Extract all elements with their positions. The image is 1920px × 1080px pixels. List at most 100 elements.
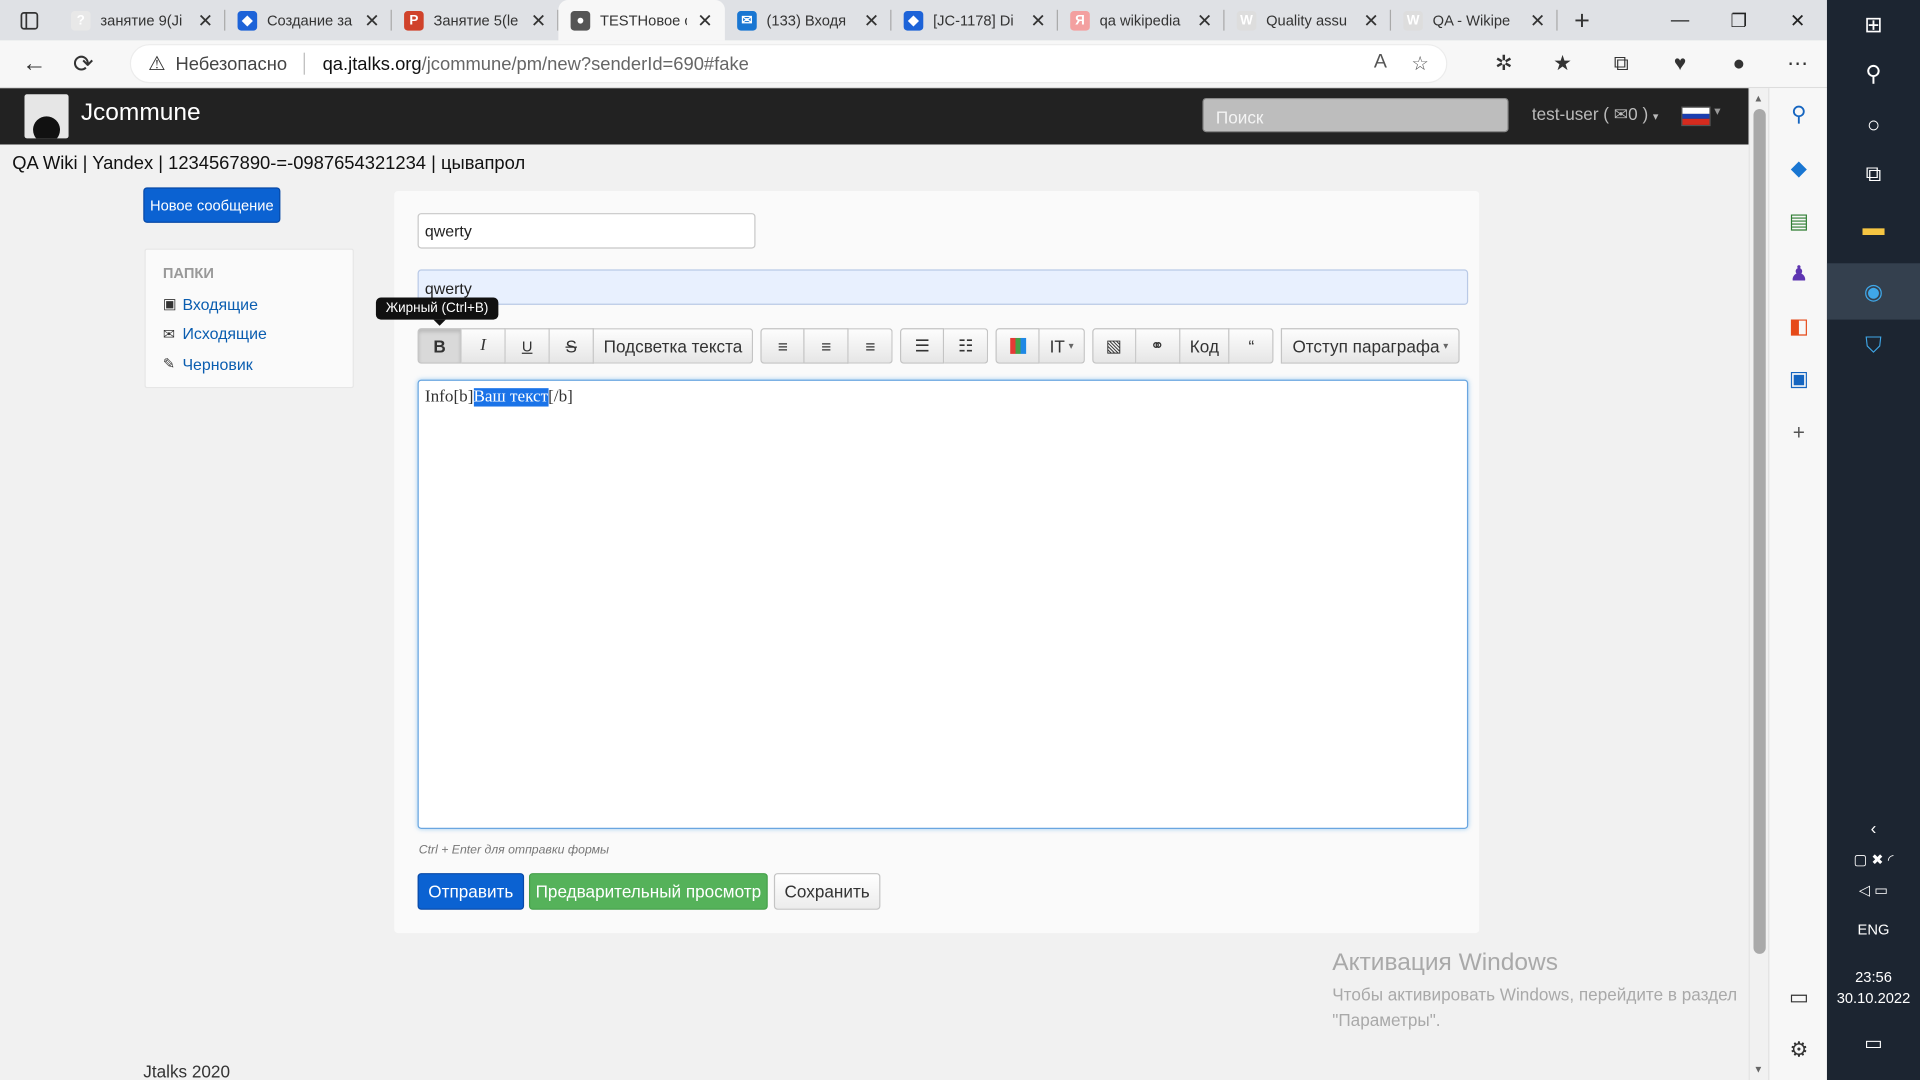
read-aloud-icon[interactable]: A: [1374, 51, 1387, 75]
image-icon[interactable]: ▧: [1091, 328, 1136, 364]
align-center-icon[interactable]: ≡: [804, 328, 849, 364]
task-view-icon[interactable]: ⧉: [1827, 162, 1920, 188]
site-logo[interactable]: [24, 94, 69, 139]
folder-inbox[interactable]: ▣ Входящие: [163, 289, 336, 319]
highlight-button[interactable]: Подсветка текста: [593, 328, 754, 364]
tab-close-icon[interactable]: ✕: [364, 9, 379, 31]
search-icon[interactable]: ⚲: [1827, 61, 1920, 87]
browser-tab[interactable]: Яqa wikipedia ✕: [1058, 0, 1225, 40]
font-size-icon[interactable]: IT ▾: [1039, 328, 1085, 364]
file-explorer-icon[interactable]: ▬: [1827, 216, 1920, 242]
collections-icon[interactable]: ⧉: [1592, 51, 1651, 75]
underline-button[interactable]: U: [505, 328, 550, 364]
search-icon[interactable]: ⚲: [1769, 103, 1828, 127]
message-editor[interactable]: Info[b]Ваш текст[/b]: [417, 379, 1469, 829]
folder-drafts[interactable]: ✎ Черновик: [163, 349, 336, 379]
new-message-button[interactable]: Новое сообщение: [143, 187, 281, 223]
preview-button[interactable]: Предварительный просмотр: [528, 873, 768, 910]
browser-tab[interactable]: ✉ (133) Входя ✕: [725, 0, 892, 40]
scroll-up-icon[interactable]: ▲: [1753, 93, 1763, 104]
chevron-down-icon: ▾: [1443, 340, 1449, 352]
favorites-icon[interactable]: ★: [1533, 51, 1592, 75]
games-icon[interactable]: ♟: [1769, 262, 1828, 286]
system-tray-icons[interactable]: ▢ ✖ ◜: [1827, 851, 1920, 868]
page-scrollbar[interactable]: ▲ ▼: [1748, 88, 1769, 1080]
russian-flag-icon[interactable]: [1681, 106, 1711, 127]
site-brand[interactable]: Jcommune: [81, 99, 201, 127]
tab-close-icon[interactable]: ✕: [198, 9, 213, 31]
numbered-list-icon[interactable]: ☷: [944, 328, 989, 364]
tab-close-icon[interactable]: ✕: [531, 9, 546, 31]
bullet-list-icon[interactable]: ☰: [900, 328, 945, 364]
add-favorite-icon[interactable]: ☆: [1411, 51, 1429, 75]
subject-input[interactable]: qwerty: [417, 269, 1469, 305]
color-picker-icon[interactable]: [995, 328, 1040, 364]
sidebar-layout-icon[interactable]: ▭: [1769, 986, 1828, 1010]
browser-tab[interactable]: ? занятие 9(Ji ✕: [59, 0, 226, 40]
quote-button[interactable]: “: [1229, 328, 1275, 364]
back-button[interactable]: ←: [10, 42, 59, 86]
tools-icon[interactable]: ▤: [1769, 209, 1828, 233]
tab-close-icon[interactable]: ✕: [1030, 9, 1045, 31]
cortana-icon[interactable]: ○: [1827, 113, 1920, 139]
close-window-icon[interactable]: ✕: [1768, 0, 1827, 40]
language-indicator[interactable]: ENG: [1827, 921, 1920, 938]
language-chevron-icon[interactable]: ▾: [1714, 105, 1720, 118]
save-button[interactable]: Сохранить: [773, 873, 881, 910]
search-input[interactable]: Поиск: [1202, 97, 1509, 133]
address-bar: ← ⟳ ⚠ Небезопасно qa.jtalks.org/jcommune…: [0, 40, 1827, 89]
reload-button[interactable]: ⟳: [59, 42, 108, 86]
browser-tab[interactable]: ◆ [JC-1178] Di ✕: [891, 0, 1058, 40]
tab-close-icon[interactable]: ✕: [864, 9, 879, 31]
add-icon[interactable]: +: [1769, 421, 1828, 445]
user-menu[interactable]: test-user ( ✉0 ) ▾: [1532, 104, 1659, 125]
office-icon[interactable]: ◧: [1769, 315, 1828, 339]
browser-tab[interactable]: W QA - Wikipe ✕: [1391, 0, 1558, 40]
shopping-icon[interactable]: ◆: [1769, 157, 1828, 181]
envelope-icon: ✉: [1613, 104, 1629, 124]
notifications-icon[interactable]: ▭: [1827, 1031, 1920, 1055]
profile-avatar[interactable]: ●: [1709, 51, 1768, 75]
align-right-icon[interactable]: ≡: [848, 328, 893, 364]
defender-icon[interactable]: ⛉: [1827, 333, 1920, 359]
folder-outbox[interactable]: ✉ Исходящие: [163, 319, 336, 349]
tab-actions-icon[interactable]: [0, 0, 59, 40]
tab-close-icon[interactable]: ✕: [1530, 9, 1545, 31]
clock[interactable]: 23:56 30.10.2022: [1827, 967, 1920, 1009]
browser-tab-strip: ? занятие 9(Ji ✕ ◆ Создание за ✕ P Занятие 5(le…: [0, 0, 1827, 41]
url-field[interactable]: ⚠ Небезопасно qa.jtalks.org/jcommune/pm/…: [129, 44, 1448, 84]
browser-tab[interactable]: ● TESTНовое с ✕: [558, 0, 725, 41]
tab-close-icon[interactable]: ✕: [697, 9, 712, 31]
code-button[interactable]: Код: [1180, 328, 1230, 364]
performance-icon[interactable]: ♥: [1651, 51, 1710, 75]
recipient-input[interactable]: qwerty: [417, 213, 756, 249]
minimize-icon[interactable]: —: [1651, 0, 1710, 40]
new-tab-button[interactable]: +: [1558, 4, 1607, 36]
scroll-thumb[interactable]: [1753, 108, 1766, 954]
browser-tab[interactable]: P Занятие 5(le ✕: [392, 0, 559, 40]
browser-tab[interactable]: W Quality assu ✕: [1225, 0, 1392, 40]
settings-icon[interactable]: ⚙: [1769, 1038, 1828, 1062]
outlook-icon[interactable]: ▣: [1769, 367, 1828, 391]
extensions-icon[interactable]: ✲: [1474, 51, 1533, 75]
scroll-down-icon[interactable]: ▼: [1753, 1064, 1763, 1075]
restore-icon[interactable]: ❐: [1709, 0, 1768, 40]
tab-close-icon[interactable]: ✕: [1197, 9, 1212, 31]
indent-dropdown[interactable]: Отступ параграфа ▾: [1281, 328, 1460, 364]
more-menu-icon[interactable]: ⋯: [1768, 51, 1827, 75]
windows-start-icon[interactable]: ⊞: [1827, 12, 1920, 38]
tab-close-icon[interactable]: ✕: [1363, 9, 1378, 31]
windows-activation-watermark: Активация Windows Чтобы активировать Win…: [1332, 949, 1748, 1033]
link-icon[interactable]: ⚭: [1135, 328, 1181, 364]
volume-battery-icons[interactable]: ◁ ▭: [1827, 882, 1920, 899]
send-button[interactable]: Отправить: [417, 873, 525, 910]
breadcrumb-links[interactable]: QA Wiki | Yandex | 1234567890-=-09876543…: [12, 153, 525, 174]
italic-button[interactable]: I: [461, 328, 506, 364]
align-left-icon[interactable]: ≡: [760, 328, 805, 364]
chevron-left-icon[interactable]: ‹: [1827, 818, 1920, 838]
browser-tab[interactable]: ◆ Создание за ✕: [225, 0, 392, 40]
bold-button[interactable]: B: [417, 328, 462, 364]
edge-taskbar-icon[interactable]: ◉: [1826, 263, 1920, 320]
strike-button[interactable]: S: [549, 328, 594, 364]
folder-label: Входящие: [182, 294, 258, 314]
